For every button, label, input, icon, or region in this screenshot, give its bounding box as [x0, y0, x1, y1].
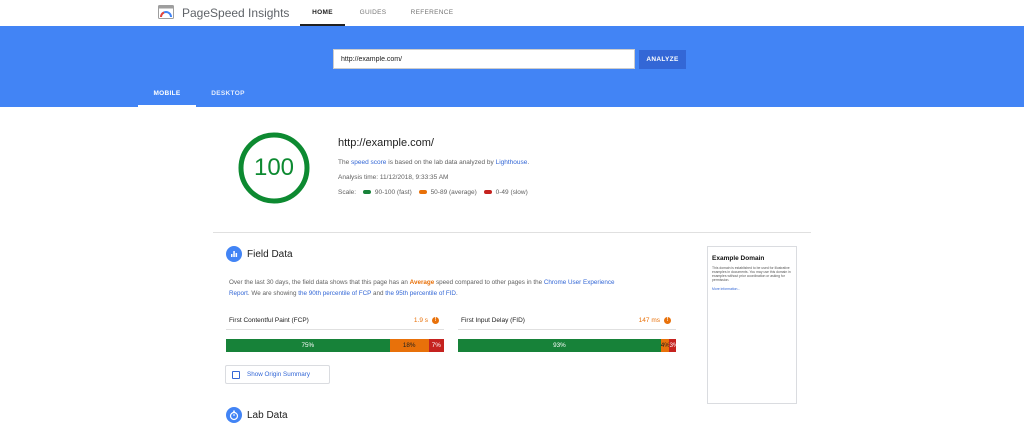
preview-text: This domain is established to be used fo… — [712, 266, 791, 282]
scale-slow: 0-49 (slow) — [483, 189, 528, 196]
fcp-rule — [226, 329, 444, 330]
nav-tab-reference[interactable]: REFERENCE — [404, 0, 460, 26]
explanation-text: . — [527, 159, 530, 166]
fcp-info-icon[interactable]: ! — [432, 317, 439, 324]
description-text: and — [371, 290, 386, 297]
top-navigation: PageSpeed Insights HOME GUIDES REFERENCE — [0, 0, 1024, 26]
fid-segment-average: 4% — [660, 339, 670, 352]
scale-slow-label: 0-49 (slow) — [495, 189, 528, 196]
fcp-value: 1.9 s — [413, 317, 428, 324]
tab-mobile[interactable]: MOBILE — [138, 84, 196, 107]
score-explanation: The speed score is based on the lab data… — [338, 159, 529, 166]
explanation-text: is based on the lab data analyzed by — [386, 159, 496, 166]
app-title[interactable]: PageSpeed Insights — [182, 6, 289, 20]
description-text: Over the last 30 days, the field data sh… — [229, 279, 410, 286]
fcp-distribution-bar: 75% 18% 7% — [226, 339, 444, 352]
origin-summary-icon — [232, 371, 240, 379]
nav-tab-guides[interactable]: GUIDES — [353, 0, 393, 26]
description-text: . — [455, 290, 458, 297]
scale-average-label: 50-89 (average) — [430, 189, 477, 196]
preview-link: More information... — [712, 287, 741, 291]
description-text: speed compared to other pages in the — [434, 279, 544, 286]
field-data-description: Over the last 30 days, the field data sh… — [229, 277, 615, 288]
scale-average: 50-89 (average) — [418, 189, 477, 196]
bar-chart-icon — [226, 246, 242, 262]
fid-info-icon[interactable]: ! — [664, 317, 671, 324]
page-screenshot-preview: Example Domain This domain is establishe… — [707, 246, 797, 404]
field-data-title: Field Data — [247, 249, 293, 260]
lighthouse-link[interactable]: Lighthouse — [496, 159, 528, 166]
fid-value: 147 ms — [638, 317, 660, 324]
section-divider — [213, 232, 811, 233]
search-band: ANALYZE MOBILE DESKTOP — [0, 26, 1024, 107]
fid-segment-fast: 93% — [458, 339, 661, 352]
fid-rule — [458, 329, 676, 330]
fid-distribution-bar: 93%4%3% — [458, 339, 676, 352]
fcp-segment-average: 18% — [389, 339, 429, 352]
crux-link[interactable]: Chrome User Experience — [544, 279, 615, 286]
nav-tab-home[interactable]: HOME — [300, 0, 345, 26]
origin-summary-label: Show Origin Summary — [247, 371, 310, 378]
stopwatch-icon — [226, 407, 242, 423]
average-label: Average — [409, 279, 435, 286]
analyzed-url: http://example.com/ — [338, 137, 434, 149]
average-legend-icon — [418, 190, 427, 195]
crux-report-link[interactable]: Report — [229, 290, 248, 297]
performance-score: 100 — [253, 154, 295, 181]
fast-legend-icon — [362, 190, 371, 195]
fid-segment-slow: 3% — [669, 339, 676, 352]
url-input[interactable] — [333, 49, 635, 69]
scale-fast-label: 90-100 (fast) — [374, 189, 412, 196]
analysis-time: Analysis time: 11/12/2018, 9:33:35 AM — [338, 174, 449, 181]
description-text: . We are showing — [247, 290, 299, 297]
pagespeed-logo-icon[interactable] — [158, 5, 174, 19]
preview-title: Example Domain — [712, 255, 765, 262]
scale-label: Scale: — [338, 189, 357, 196]
tab-desktop[interactable]: DESKTOP — [202, 84, 254, 107]
fcp-percentile-link[interactable]: the 90th percentile of FCP — [298, 290, 371, 297]
speed-score-link[interactable]: speed score — [351, 159, 386, 166]
fcp-segment-slow: 7% — [428, 339, 444, 352]
lab-data-title: Lab Data — [247, 410, 288, 421]
explanation-text: The — [338, 159, 352, 166]
scale-fast: 90-100 (fast) — [362, 189, 412, 196]
fcp-label: First Contentful Paint (FCP) — [229, 317, 309, 324]
field-data-description-2: Report. We are showing the 90th percenti… — [229, 288, 458, 299]
analyze-button[interactable]: ANALYZE — [639, 50, 686, 69]
show-origin-summary-button[interactable]: Show Origin Summary — [225, 365, 330, 384]
fcp-segment-fast: 75% — [226, 339, 390, 352]
slow-legend-icon — [483, 190, 492, 195]
score-scale: Scale: 90-100 (fast) 50-89 (average) 0-4… — [338, 189, 528, 196]
fid-percentile-link[interactable]: the 95th percentile of FID — [385, 290, 456, 297]
fid-label: First Input Delay (FID) — [461, 317, 525, 324]
